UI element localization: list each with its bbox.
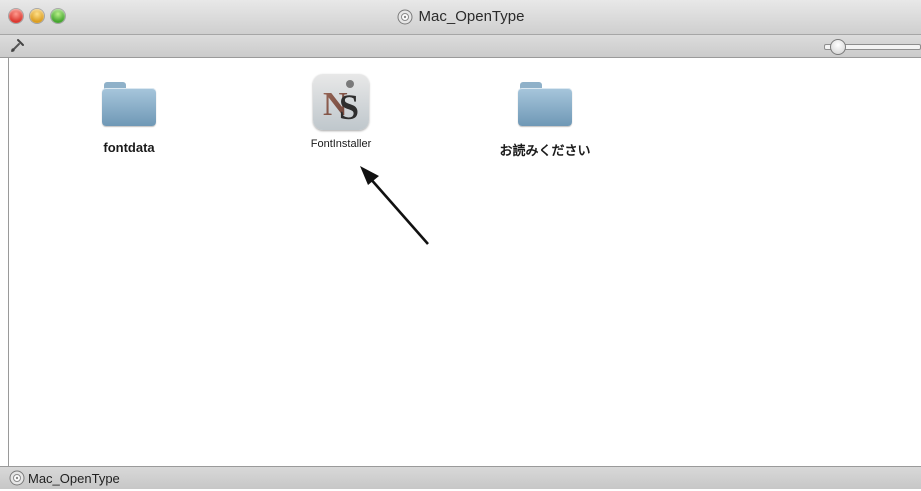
window-title-text: Mac_OpenType [418, 8, 525, 25]
status-bar: Mac_OpenType [0, 466, 921, 489]
app-icon: N S [312, 74, 370, 130]
wrench-icon[interactable] [9, 38, 25, 54]
disk-icon [9, 470, 25, 486]
disk-icon [397, 9, 413, 25]
svg-text:S: S [339, 87, 359, 127]
toolbar [0, 35, 921, 58]
status-path-label: Mac_OpenType [28, 471, 120, 486]
file-item-readme[interactable]: お読みください [480, 76, 610, 159]
finder-window: Mac_OpenType fontdata N S FontInstaller … [0, 0, 921, 489]
file-item-fontinstaller[interactable]: N S FontInstaller [276, 74, 406, 150]
slider-knob[interactable] [830, 39, 846, 55]
folder-icon [100, 76, 158, 132]
file-label-fontdata: fontdata [103, 140, 155, 155]
file-item-fontdata[interactable]: fontdata [64, 76, 194, 155]
window-title: Mac_OpenType [0, 8, 921, 26]
file-label-readme: お読みください [499, 143, 591, 158]
file-browser: fontdata N S FontInstaller お読みください [8, 58, 921, 466]
folder-icon [516, 76, 574, 132]
file-label-fontinstaller: FontInstaller [310, 138, 372, 150]
title-bar[interactable]: Mac_OpenType [0, 0, 921, 35]
icon-size-slider[interactable] [816, 39, 921, 55]
